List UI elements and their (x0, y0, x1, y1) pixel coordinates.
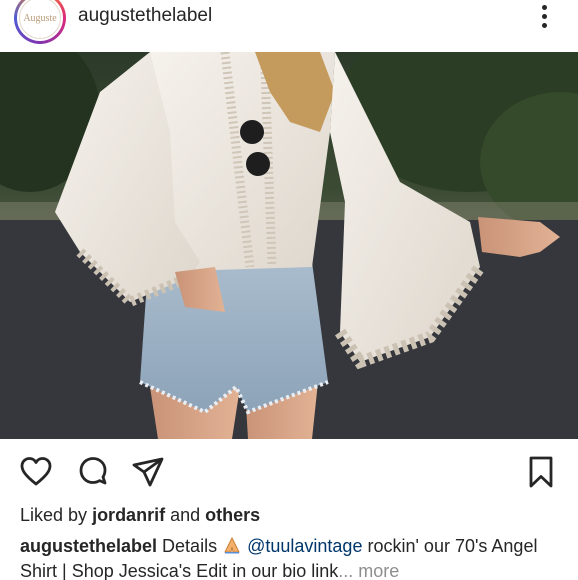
liked-by-user[interactable]: jordanrif (92, 505, 165, 525)
comment-icon[interactable] (76, 455, 110, 489)
caption-text-1: Details (162, 536, 218, 556)
caption-username[interactable]: augustethelabel (20, 536, 157, 556)
avatar-inner: Auguste (17, 0, 63, 41)
post-header: Auguste augustethelabel (0, 0, 578, 52)
share-icon[interactable] (131, 455, 165, 489)
more-options-icon[interactable] (534, 2, 554, 30)
avatar-logo: Auguste (19, 0, 61, 39)
post-username[interactable]: augustethelabel (78, 5, 212, 27)
profile-avatar[interactable]: Auguste (14, 0, 66, 44)
likes-conjunction: and (170, 505, 201, 525)
post-caption: augustethelabel Details @tuulavintage ro… (20, 534, 570, 580)
liked-by-others[interactable]: others (205, 505, 260, 525)
caption-more-link[interactable]: more (358, 561, 399, 580)
photo-illustration (0, 52, 578, 439)
caption-ellipsis: ... (338, 561, 354, 580)
heart-icon[interactable] (19, 455, 53, 489)
caption-mention[interactable]: @tuulavintage (247, 536, 362, 556)
bookmark-icon[interactable] (524, 455, 558, 489)
likes-prefix: Liked by (20, 505, 88, 525)
likes-line: Liked by jordanrif and others (20, 505, 260, 526)
folded-hands-emoji-icon (224, 536, 240, 554)
post-photo[interactable] (0, 52, 578, 439)
post-actions (0, 440, 578, 500)
